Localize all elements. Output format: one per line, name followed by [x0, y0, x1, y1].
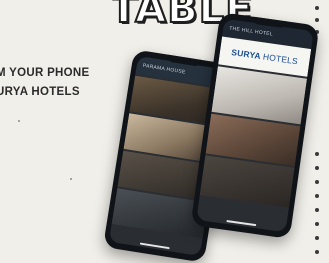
brand-logo-bold: SURYA	[230, 47, 262, 62]
tagline-line-2: URYA HOTELS	[0, 86, 80, 98]
decorative-speck	[70, 178, 72, 180]
decorative-speck	[18, 120, 20, 122]
tagline: M YOUR PHONE URYA HOTELS	[0, 64, 89, 102]
phone-screen: THE HILL HOTEL SURYA HOTELS	[196, 18, 314, 233]
phone-mockup-front: THE HILL HOTEL SURYA HOTELS	[190, 12, 320, 239]
brand-logo-thin: HOTELS	[262, 51, 299, 67]
brand-logo: SURYA HOTELS	[231, 47, 299, 66]
tagline-line-1: M YOUR PHONE	[0, 67, 90, 79]
